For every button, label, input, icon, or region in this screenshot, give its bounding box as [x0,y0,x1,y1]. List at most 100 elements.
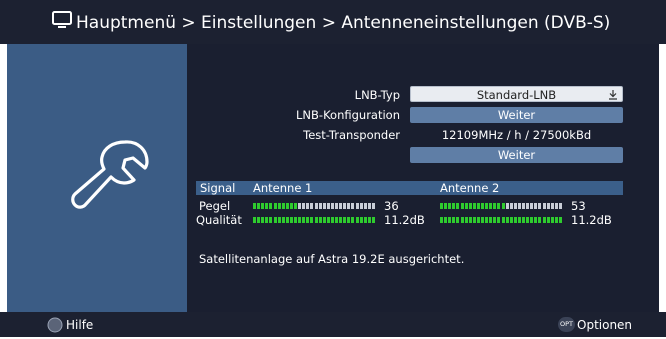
meter-segment [371,203,375,209]
meter-segment [522,203,525,209]
meter-segment [468,203,472,209]
meter-segment [322,203,326,209]
meter-segment [355,203,359,209]
meter-segment [481,217,484,223]
title-bar: Hauptmenü > Einstellungen > Antenneneins… [0,0,666,44]
options-button[interactable]: OPT Optionen [558,312,658,337]
status-message: Satellitenanlage auf Astra 19.2E ausgeri… [199,252,465,266]
meter-segment [363,203,367,209]
meter-segment [489,217,493,223]
meter-segment [444,203,448,209]
meter-segment [505,203,509,209]
options-label: Optionen [577,318,633,332]
meter-segment [257,217,261,223]
meter-segment [285,217,289,223]
meter-segment [472,217,476,223]
meter-segment [526,217,530,223]
help-label: Hilfe [66,318,94,332]
meter-segment [318,203,322,209]
meter-segment [509,203,513,209]
meter-segment [558,217,562,223]
settings-icon-panel [7,44,187,312]
meter-segment [306,217,310,223]
lnb-type-select[interactable]: Standard-LNB [410,86,623,102]
wrench-icon [71,140,149,209]
meter-segment [314,217,318,223]
meter-segment [513,203,517,209]
lnb-config-label: LNB-Konfiguration [296,108,400,122]
antenna-1-label: Antenne 1 [253,181,313,195]
antenna-2-label: Antenne 2 [440,181,500,195]
meter-segment [253,203,256,209]
meter-segment [448,217,452,223]
antenna-2-level-value: 53 [571,199,586,213]
antenna-2-level-meter [440,203,563,209]
meter-segment [359,203,363,209]
meter-segment [444,217,448,223]
meter-segment [493,217,497,223]
meter-segment [347,203,351,209]
meter-segment [448,203,452,209]
opt-badge-icon: OPT [558,317,575,332]
meter-segment [335,203,338,209]
screen: Hauptmenü > Einstellungen > Antenneneins… [0,0,666,337]
meter-segment [339,217,343,223]
meter-segment [367,203,371,209]
meter-segment [476,217,480,223]
meter-segment [359,217,363,223]
meter-segment [497,203,501,209]
meter-segment [513,217,517,223]
lnb-type-label: LNB-Typ [354,88,400,102]
meter-segment [318,217,322,223]
meter-segment [509,217,513,223]
meter-segment [485,217,489,223]
meter-segment [347,217,351,223]
meter-segment [326,203,330,209]
signal-header: Signal Antenne 1 Antenne 2 [196,181,623,195]
test-transponder-label: Test-Transponder [303,128,400,142]
meter-segment [257,203,261,209]
meter-segment [554,203,558,209]
meter-segment [456,217,460,223]
quality-label: Qualität [196,213,242,227]
meter-segment [326,217,330,223]
antenna-1-quality-value: 11.2dB [384,213,425,227]
meter-segment [363,217,367,223]
meter-segment [343,203,347,209]
meter-segment [452,217,456,223]
meter-segment [534,203,538,209]
meter-segment [306,203,310,209]
meter-segment [330,217,334,223]
meter-segment [261,217,265,223]
meter-segment [538,203,542,209]
meter-segment [285,203,289,209]
meter-segment [335,217,338,223]
meter-segment [351,203,355,209]
main-panel [187,44,659,312]
breadcrumb: Hauptmenü > Einstellungen > Antenneneins… [76,13,611,33]
meter-segment [472,203,476,209]
antenna-1-level-meter [253,203,376,209]
meter-segment [302,203,306,209]
antenna-2-quality-value: 11.2dB [571,213,612,227]
meter-segment [546,217,550,223]
test-transponder-button[interactable]: Weiter [410,147,623,163]
meter-segment [542,203,546,209]
tv-icon [52,11,72,28]
meter-segment [355,217,359,223]
meter-segment [485,203,489,209]
meter-segment [522,217,525,223]
meter-segment [281,217,285,223]
lnb-type-value: Standard-LNB [476,88,557,102]
meter-segment [440,203,443,209]
meter-segment [351,217,355,223]
lnb-config-button[interactable]: Weiter [410,107,623,123]
meter-segment [330,203,334,209]
meter-segment [298,203,302,209]
meter-segment [550,203,554,209]
meter-segment [489,203,493,209]
test-transponder-value: 12109MHz / h / 27500kBd [441,128,592,142]
meter-segment [460,203,464,209]
signal-label: Signal [200,181,236,195]
meter-segment [550,217,554,223]
